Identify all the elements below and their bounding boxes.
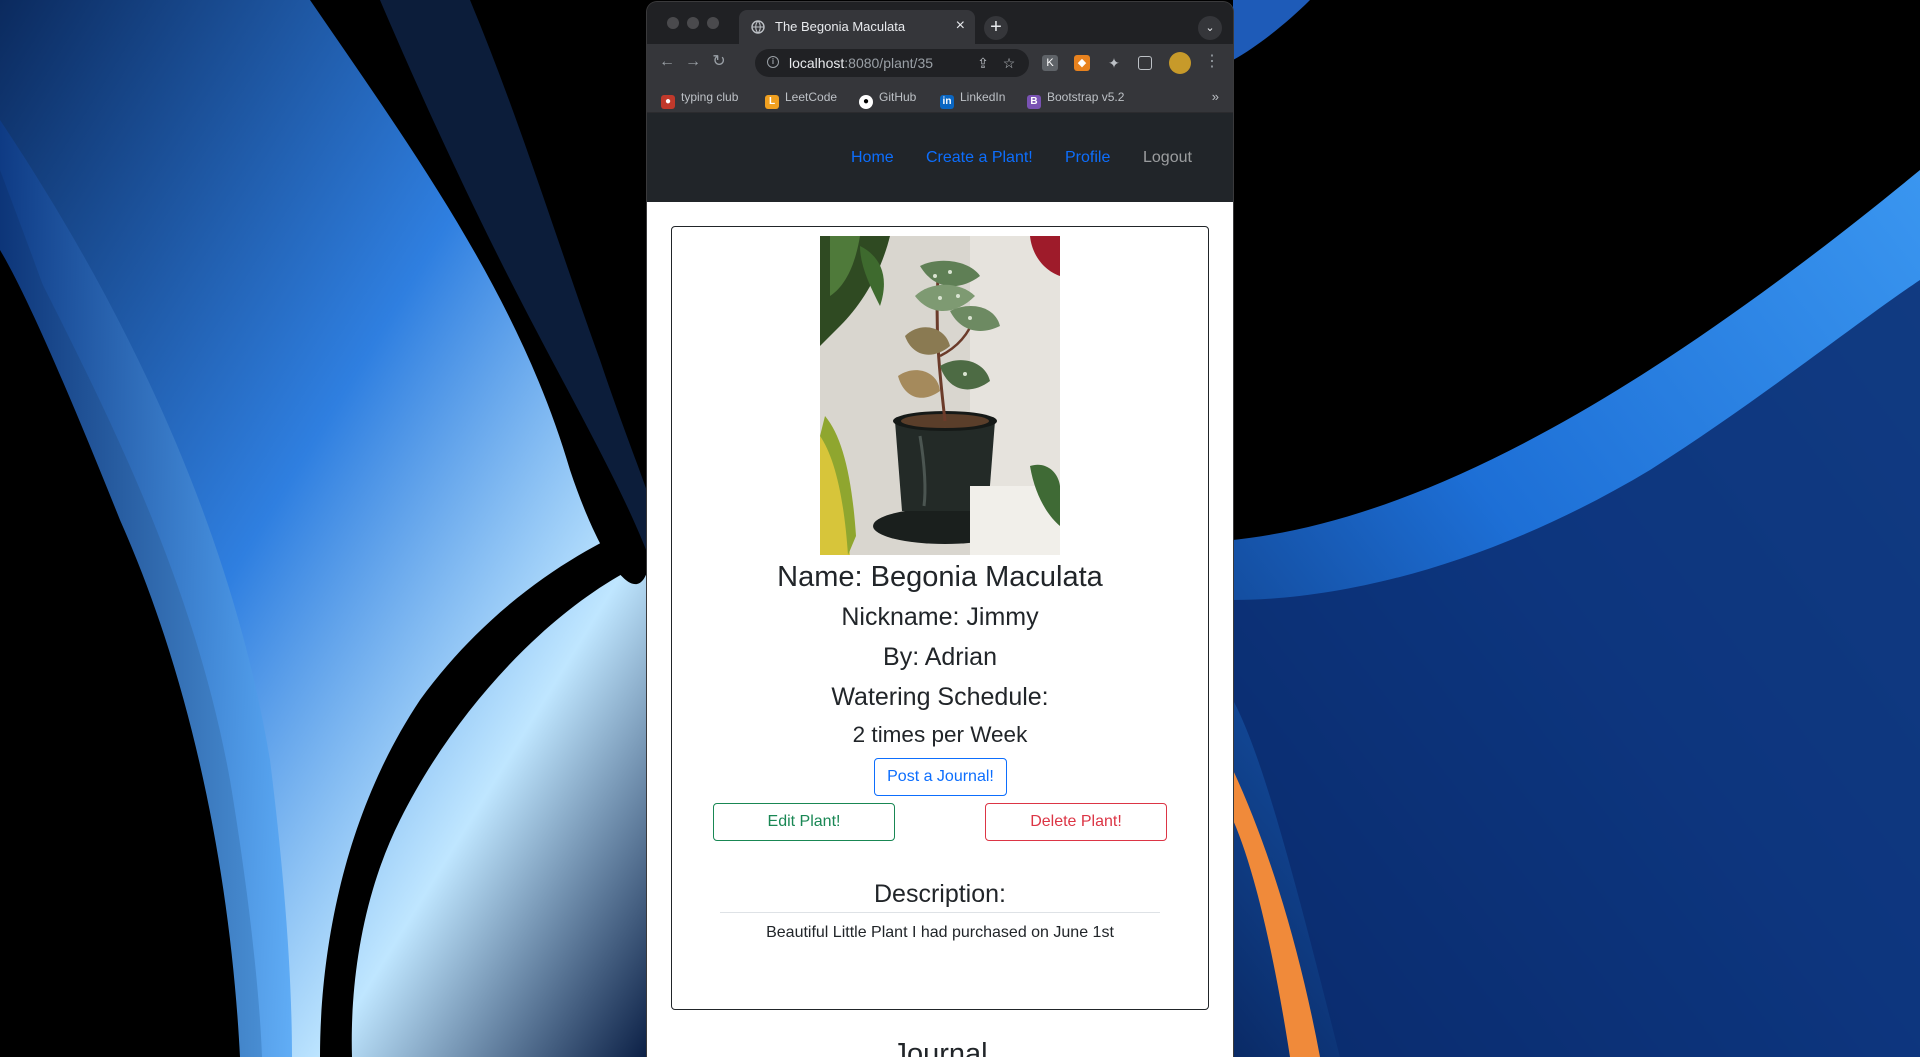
plant-card: Name: Begonia Maculata Nickname: Jimmy B… xyxy=(671,226,1209,1010)
bookmark-star-icon[interactable]: ☆ xyxy=(1001,55,1017,71)
description-text: Beautiful Little Plant I had purchased o… xyxy=(766,924,1114,941)
nav-profile-link[interactable]: Profile xyxy=(1065,149,1110,167)
description-divider xyxy=(720,912,1160,913)
typing-club-icon: ● xyxy=(661,95,675,109)
browser-window: The Begonia Maculata × + ⌄ ← → ↻ i local… xyxy=(647,2,1233,1057)
bookmarks-bar: ● typing club L LeetCode ● GitHub in LinkedI… xyxy=(647,82,1233,113)
side-panel-icon[interactable] xyxy=(1138,56,1152,70)
globe-icon xyxy=(751,20,765,34)
menu-kebab-icon[interactable]: ⋮ xyxy=(1202,52,1222,72)
delete-plant-button[interactable]: Delete Plant! xyxy=(985,803,1167,841)
linkedin-icon: in xyxy=(940,95,954,109)
journal-heading: Journal xyxy=(892,1038,988,1057)
plant-name: Name: Begonia Maculata xyxy=(777,561,1103,593)
browser-titlebar: The Begonia Maculata × + ⌄ xyxy=(647,2,1233,44)
bootstrap-icon: B xyxy=(1027,95,1041,109)
description-heading: Description: xyxy=(874,880,1006,908)
browser-toolbar: ← → ↻ i localhost:8080/plant/35 ⇪ ☆ K ◆ … xyxy=(647,44,1233,82)
bookmark-linkedin[interactable]: in LinkedIn xyxy=(940,90,1005,109)
profile-avatar[interactable] xyxy=(1169,52,1191,74)
page-viewport: Home Create a Plant! Profile Logout Name… xyxy=(647,113,1233,1057)
nav-create-plant-link[interactable]: Create a Plant! xyxy=(926,149,1033,167)
tab-search-button[interactable]: ⌄ xyxy=(1198,16,1222,40)
forward-icon[interactable]: → xyxy=(683,52,703,72)
nav-logout-link[interactable]: Logout xyxy=(1143,149,1192,167)
site-navbar: Home Create a Plant! Profile Logout xyxy=(647,113,1233,202)
metamask-icon[interactable]: ◆ xyxy=(1074,55,1090,71)
site-info-icon[interactable]: i xyxy=(767,56,779,68)
bookmark-leetcode[interactable]: L LeetCode xyxy=(765,90,837,109)
back-icon[interactable]: ← xyxy=(657,52,677,72)
extension-k-icon[interactable]: K xyxy=(1042,55,1058,71)
window-maximize-button[interactable] xyxy=(707,17,719,29)
tab-title: The Begonia Maculata xyxy=(775,19,906,34)
watering-schedule-label: Watering Schedule: xyxy=(831,683,1049,711)
bookmark-github[interactable]: ● GitHub xyxy=(859,90,916,109)
browser-tab[interactable]: The Begonia Maculata × xyxy=(739,10,975,44)
post-journal-button[interactable]: Post a Journal! xyxy=(874,758,1007,796)
share-icon[interactable]: ⇪ xyxy=(975,55,991,71)
bookmark-bootstrap[interactable]: B Bootstrap v5.2 xyxy=(1027,90,1124,109)
reload-icon[interactable]: ↻ xyxy=(709,52,729,72)
window-minimize-button[interactable] xyxy=(687,17,699,29)
plant-nickname: Nickname: Jimmy xyxy=(841,603,1039,631)
address-bar[interactable]: i localhost:8080/plant/35 ⇪ ☆ xyxy=(755,49,1029,77)
edit-plant-button[interactable]: Edit Plant! xyxy=(713,803,895,841)
tab-close-icon[interactable]: × xyxy=(956,17,965,35)
plant-owner: By: Adrian xyxy=(883,643,997,671)
leetcode-icon: L xyxy=(765,95,779,109)
bookmarks-more-icon[interactable]: » xyxy=(1212,89,1219,104)
bookmark-typing-club[interactable]: ● typing club xyxy=(661,90,738,109)
github-icon: ● xyxy=(859,95,873,109)
nav-home-link[interactable]: Home xyxy=(851,149,894,167)
url-text: localhost:8080/plant/35 xyxy=(789,55,934,71)
window-close-button[interactable] xyxy=(667,17,679,29)
plant-photo xyxy=(820,236,1060,555)
watering-schedule-value: 2 times per Week xyxy=(852,722,1028,747)
puzzle-icon[interactable]: ✦ xyxy=(1106,55,1122,71)
new-tab-button[interactable]: + xyxy=(984,16,1008,40)
